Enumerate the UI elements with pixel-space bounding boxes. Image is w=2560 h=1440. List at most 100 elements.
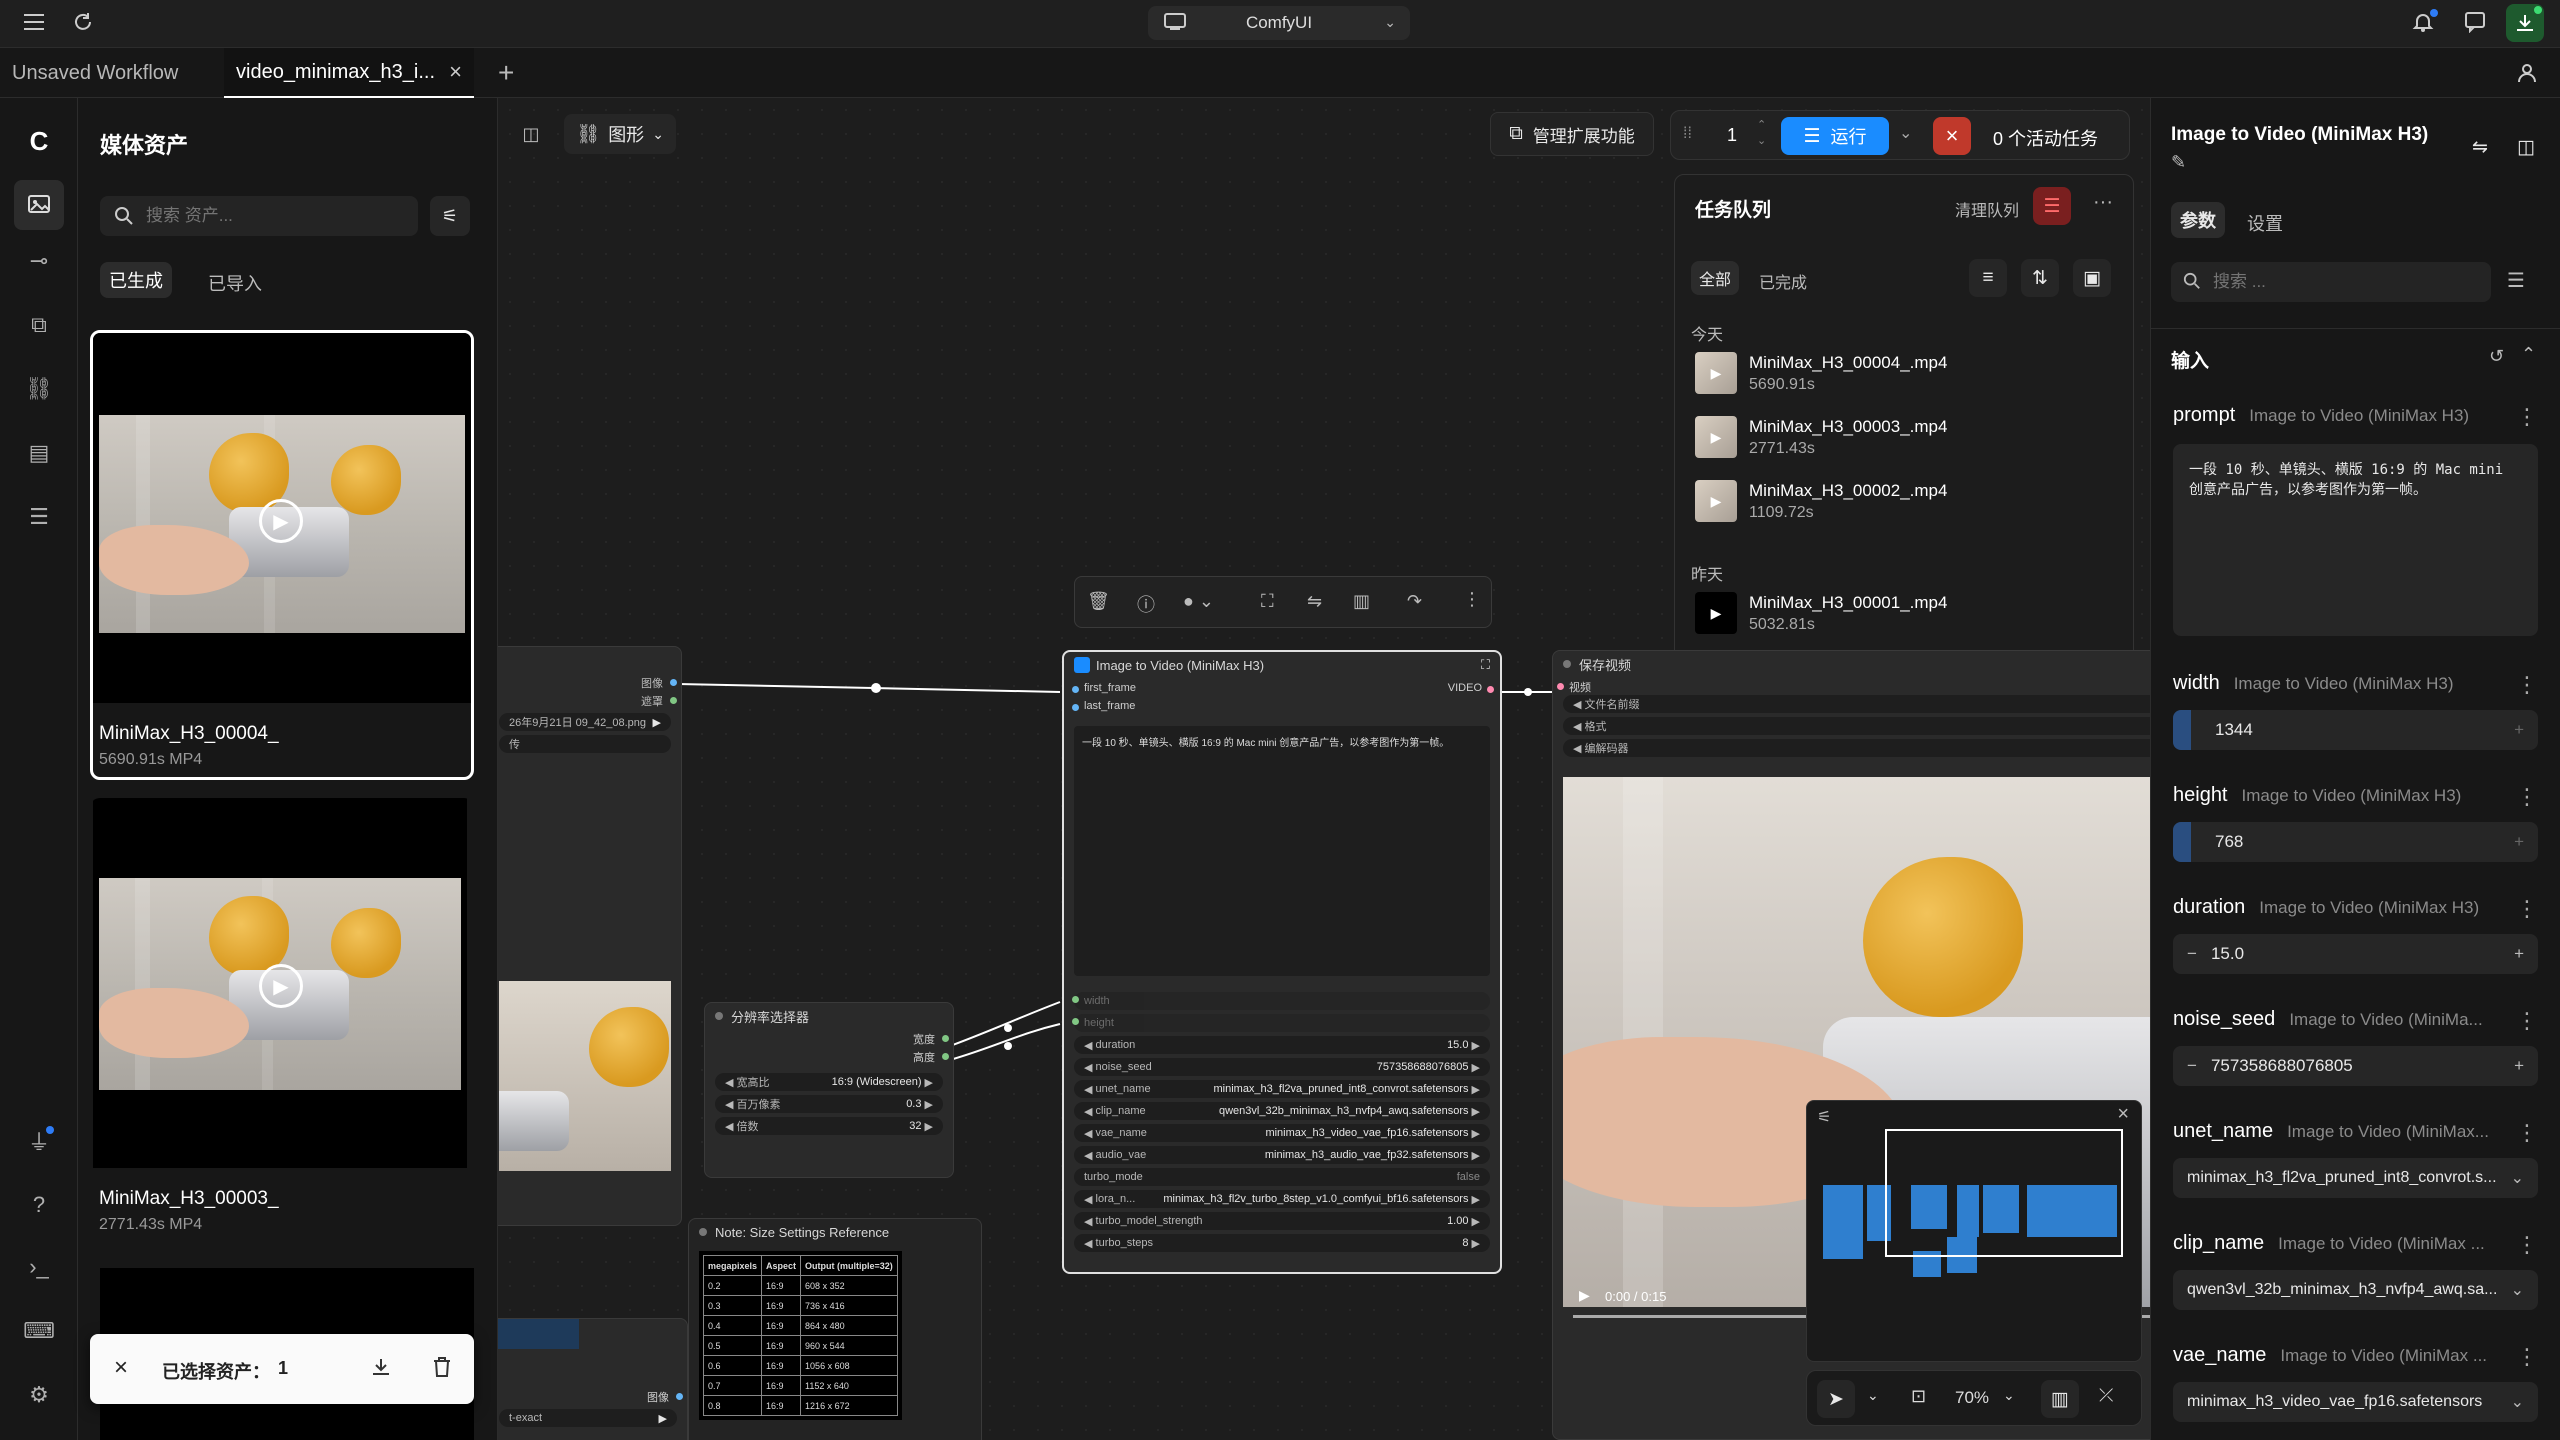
vae-name-select[interactable]: minimax_h3_video_vae_fp16.safetensors ⌄ <box>2173 1382 2538 1422</box>
width-number-input[interactable]: 1344 + <box>2173 710 2538 750</box>
asset-thumbnail[interactable]: ▶ <box>93 798 467 1168</box>
output-socket[interactable] <box>670 679 677 686</box>
close-icon[interactable]: × <box>114 1354 128 1382</box>
increment-icon[interactable]: + <box>2514 720 2524 740</box>
decrement-icon[interactable]: − <box>2187 1056 2197 1076</box>
minimap-toggle-button[interactable]: ▥ <box>2041 1380 2079 1418</box>
templates-icon[interactable]: ▤ <box>22 436 56 470</box>
more-icon[interactable]: ⋮ <box>2516 1232 2538 1258</box>
more-icon[interactable]: ⋮ <box>2516 404 2538 430</box>
tab-generated[interactable]: 已生成 <box>100 262 172 298</box>
reset-icon[interactable]: ↺ <box>2489 346 2504 367</box>
param-search-field[interactable] <box>2171 262 2491 302</box>
play-icon[interactable]: ▶ <box>259 499 303 543</box>
load-image-node[interactable]: 图像 遮罩 26年9月21日 09_42_08.png ▶ 传 <box>498 646 682 1226</box>
filter-button[interactable]: ≡ <box>1969 259 2007 297</box>
manage-extensions-button[interactable]: ⧉ 管理扩展功能 <box>1490 112 1654 156</box>
edit-pencil-icon[interactable]: ✎ <box>2171 152 2186 173</box>
node-header[interactable]: Image to Video (MiniMax H3) ⛶ <box>1064 652 1500 678</box>
widget-aspect-ratio[interactable]: ◀ 宽高比 16:9 (Widescreen) ▶ <box>715 1073 943 1091</box>
input-socket-video[interactable] <box>1557 683 1564 690</box>
filter-all-tab[interactable]: 全部 <box>1691 261 1739 295</box>
list-view-icon[interactable]: ☰ <box>2507 268 2525 293</box>
chevron-down-icon[interactable]: ⌄ <box>1867 1387 1879 1404</box>
output-socket[interactable] <box>670 697 677 704</box>
more-icon[interactable]: ··· <box>2093 191 2113 214</box>
widget-turbo-model-strength[interactable]: ◀ turbo_model_strength 1.00 ▶ <box>1074 1212 1490 1230</box>
widget-input-socket[interactable] <box>1072 1018 1079 1025</box>
asset-card[interactable]: ▶ MiniMax_H3_00003_ 2771.43s MP4 <box>90 798 474 1248</box>
stepper-icon[interactable]: ⌃ ⌄ <box>1757 117 1766 149</box>
image-to-video-node[interactable]: Image to Video (MiniMax H3) ⛶ first_fram… <box>1062 650 1502 1274</box>
more-icon[interactable]: ⋮ <box>2516 896 2538 922</box>
new-tab-button[interactable]: + <box>486 48 526 98</box>
output-socket-width[interactable] <box>942 1035 949 1042</box>
node-header[interactable]: 保存视频 <box>1553 651 2150 677</box>
widget-input-socket[interactable] <box>1072 996 1079 1003</box>
widget-upscale-method[interactable]: t-exact ▶ <box>499 1409 677 1427</box>
redo-icon[interactable]: ↷ <box>1407 591 1422 612</box>
note-node[interactable]: Note: Size Settings Reference megapixels… <box>688 1218 982 1440</box>
bell-icon[interactable] <box>2412 9 2438 35</box>
more-icon[interactable]: ⋮ <box>1463 589 1481 610</box>
widget-audio-vae[interactable]: ◀ audio_vae minimax_h3_audio_vae_fp32.saf… <box>1074 1146 1490 1164</box>
select-mode-button[interactable]: ➤ <box>1817 1380 1855 1418</box>
play-icon[interactable]: ▶ <box>259 964 303 1008</box>
fit-view-icon[interactable]: ⊡ <box>1911 1386 1926 1407</box>
close-icon[interactable]: × <box>449 59 462 85</box>
run-button[interactable]: ☰ 运行 <box>1781 117 1889 155</box>
increment-icon[interactable]: + <box>2514 944 2524 964</box>
collapse-dot-icon[interactable] <box>699 1228 707 1236</box>
chevron-down-icon[interactable]: ⌄ <box>2003 1387 2015 1404</box>
widget-turbo-steps[interactable]: ◀ turbo_steps 8 ▶ <box>1074 1234 1490 1252</box>
clear-queue-button[interactable]: ☰ <box>2033 187 2071 225</box>
download-icon[interactable] <box>370 1356 392 1383</box>
minimap[interactable]: ⚟ × <box>1806 1100 2142 1362</box>
widget-filename-prefix[interactable]: ◀ 文件名前缀 <box>1563 695 2150 713</box>
models-icon[interactable]: ⧉ <box>22 308 56 342</box>
queue-count-input[interactable]: 1 <box>1727 125 1737 146</box>
node-header[interactable]: Note: Size Settings Reference <box>689 1219 981 1245</box>
play-icon[interactable]: ▶ <box>1579 1287 1590 1304</box>
keyboard-icon[interactable]: ⌨ <box>22 1314 56 1348</box>
widget-multiple[interactable]: ◀ 倍数 32 ▶ <box>715 1117 943 1135</box>
refresh-icon[interactable] <box>72 11 96 35</box>
clear-queue-label[interactable]: 清理队列 <box>1955 197 2019 221</box>
more-icon[interactable]: ⋮ <box>2516 784 2538 810</box>
link-visibility-icon[interactable]: ⤫ <box>2099 1385 2113 1406</box>
gallery-view-button[interactable]: ▣ <box>2073 259 2111 297</box>
fit-view-icon[interactable]: ⛶ <box>1261 591 1274 612</box>
asset-search-field[interactable] <box>100 196 418 236</box>
settings-gear-icon[interactable]: ⚙ <box>22 1378 56 1412</box>
more-icon[interactable]: ⋮ <box>2516 1008 2538 1034</box>
bypass-icon[interactable]: ⇋ <box>1307 591 1322 612</box>
info-icon[interactable]: ⓘ <box>1137 591 1155 617</box>
prompt-textarea[interactable]: 一段 10 秒、单镜头、横版 16:9 的 Mac mini 创意产品广告，以参… <box>1074 726 1490 976</box>
image-file-combo[interactable]: 26年9月21日 09_42_08.png ▶ <box>499 713 671 731</box>
download-icon[interactable] <box>2506 4 2544 42</box>
output-socket[interactable] <box>676 1393 683 1400</box>
queue-item[interactable]: ▶ MiniMax_H3_00004_.mp4 5690.91s <box>1695 345 2113 401</box>
decrement-icon[interactable]: − <box>2187 944 2197 964</box>
node-header[interactable]: 分辨率选择器 <box>705 1003 953 1029</box>
nodes-icon[interactable]: ⊸ <box>22 244 56 278</box>
collapse-dot-icon[interactable] <box>715 1012 723 1020</box>
close-panel-button[interactable]: ◫ <box>2507 128 2545 166</box>
drag-handle-icon[interactable]: ⁞⁞ <box>1683 125 1692 143</box>
book-icon[interactable]: ▥ <box>1353 591 1370 612</box>
active-tasks-label[interactable]: 0 个活动任务 <box>1993 125 2098 151</box>
queue-icon[interactable]: ☰ <box>22 500 56 534</box>
output-socket-video[interactable] <box>1487 686 1494 693</box>
widget-lora-name[interactable]: ◀ lora_n... minimax_h3_fl2v_turbo_8step_v… <box>1074 1190 1490 1208</box>
duration-number-input[interactable]: − 15.0 + <box>2173 934 2538 974</box>
height-number-input[interactable]: 768 + <box>2173 822 2538 862</box>
minimap-viewport[interactable] <box>1885 1129 2123 1257</box>
sort-button[interactable]: ⇅ <box>2021 259 2059 297</box>
user-icon[interactable] <box>2516 62 2538 89</box>
unet-name-select[interactable]: minimax_h3_fl2va_pruned_int8_convrot.s..… <box>2173 1158 2538 1198</box>
filter-completed-tab[interactable]: 已完成 <box>1759 269 1807 293</box>
resolution-selector-node[interactable]: 分辨率选择器 宽度 高度 ◀ 宽高比 16:9 (Widescreen) ▶ ◀ … <box>704 1002 954 1178</box>
param-search-input[interactable] <box>2213 270 2473 294</box>
media-assets-icon[interactable] <box>14 180 64 230</box>
tab-imported[interactable]: 已导入 <box>208 270 262 296</box>
